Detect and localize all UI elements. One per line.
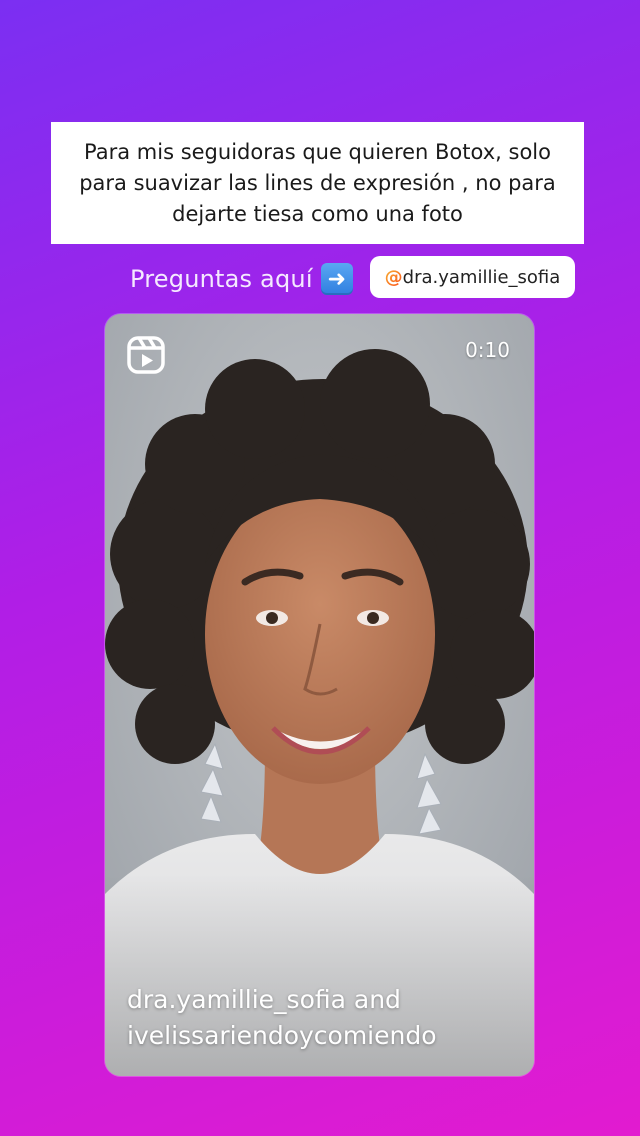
reel-video-frame [105, 314, 534, 1076]
reel-duration: 0:10 [465, 338, 510, 362]
story-caption-box: Para mis seguidoras que quieren Botox, s… [51, 122, 584, 244]
reel-credit-line-1: dra.yamillie_sofia and [127, 985, 401, 1014]
questions-prompt: Preguntas aquí ➜ [130, 258, 353, 300]
mention-sticker[interactable]: @ dra.yamillie_sofia [370, 256, 575, 298]
mention-at-icon: @ [384, 266, 403, 288]
arrow-right-icon: ➜ [320, 263, 353, 295]
shared-reel-card[interactable]: 0:10 dra.yamillie_sofia and ivelissarien… [105, 314, 534, 1076]
reel-credits: dra.yamillie_sofia and ivelissariendoyco… [127, 982, 437, 1054]
story-caption-text: Para mis seguidoras que quieren Botox, s… [79, 139, 556, 226]
reels-icon [127, 336, 165, 374]
mention-username: dra.yamillie_sofia [402, 266, 561, 288]
questions-prompt-text: Preguntas aquí [130, 265, 313, 293]
reel-credit-line-2: ivelissariendoycomiendo [127, 1021, 437, 1050]
